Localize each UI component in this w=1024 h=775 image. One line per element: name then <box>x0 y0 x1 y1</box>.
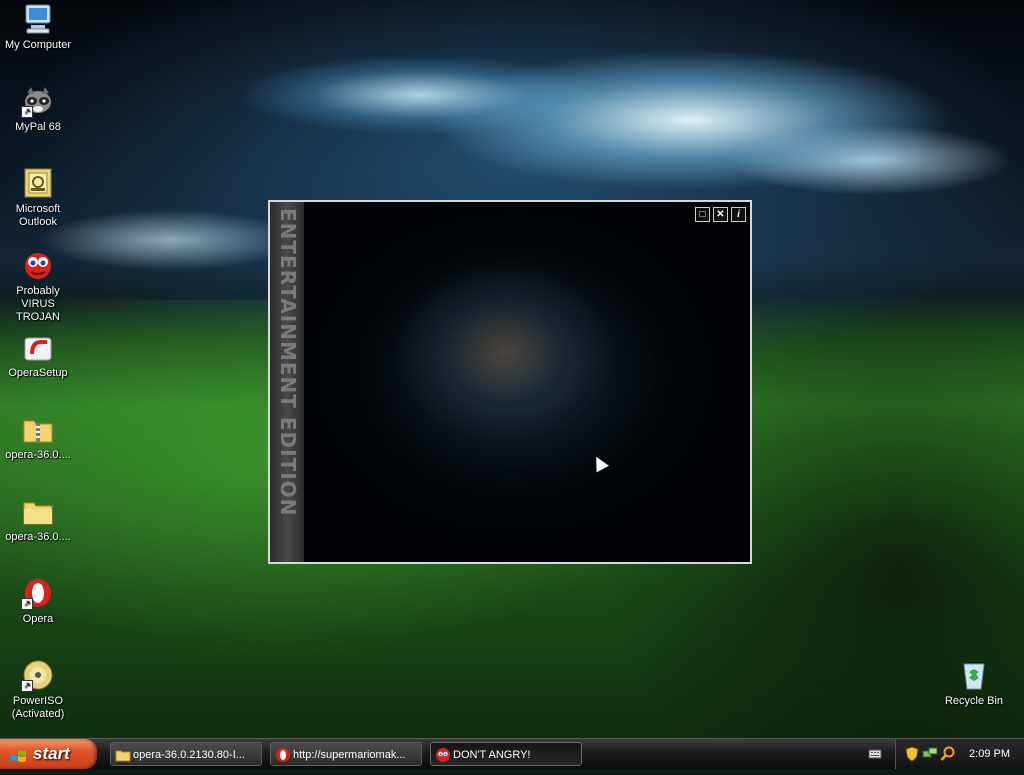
desktop-icon-opera-folder[interactable]: opera-36.0.... <box>0 494 76 544</box>
desktop-icon-label: PowerISO (Activated) <box>11 695 65 720</box>
desktop-icon-label: Microsoft Outlook <box>15 203 61 228</box>
desktop-icon-label: opera-36.0.... <box>5 449 71 461</box>
visualization-area <box>304 202 750 562</box>
clock[interactable]: 2:09 PM <box>969 739 1010 769</box>
side-edition-text: ENTERTAINMENT EDITION <box>276 208 300 517</box>
taskbar: start opera-36.0.2130.80-I... http://sup… <box>0 738 1024 769</box>
desktop-icon-label: Recycle Bin <box>944 695 1004 707</box>
taskbar-item-dont-angry[interactable]: DON'T ANGRY! <box>430 742 582 766</box>
info-button[interactable]: i <box>731 207 746 222</box>
system-tray: 2:09 PM <box>895 739 1024 769</box>
desktop-icon-label: My Computer <box>4 39 72 51</box>
zip-folder-icon <box>21 412 55 446</box>
taskbar-item-label: DON'T ANGRY! <box>453 749 531 761</box>
desktop-icon-my-computer[interactable]: My Computer <box>0 2 76 52</box>
start-label: start <box>33 744 70 763</box>
desktop-icon-operasetup[interactable]: OperaSetup <box>0 330 76 380</box>
restore-button[interactable]: □ <box>695 207 710 222</box>
shield-icon[interactable] <box>904 746 920 762</box>
opera-icon <box>275 747 291 763</box>
taskbar-item-label: opera-36.0.2130.80-I... <box>133 749 245 761</box>
windows-flag-icon <box>9 745 27 763</box>
folder-icon <box>21 494 55 528</box>
desktop-icon-recycle-bin[interactable]: Recycle Bin <box>936 658 1012 708</box>
desktop-icon-mypal[interactable]: ↗ MyPal 68 <box>0 84 76 134</box>
network-icon[interactable] <box>922 746 938 762</box>
red-creature-icon <box>21 248 55 282</box>
desktop-icon-label: MyPal 68 <box>15 121 61 133</box>
desktop-icon-label: opera-36.0.... <box>5 531 71 543</box>
desktop-icon-poweriso[interactable]: ↗ PowerISO (Activated) <box>0 658 76 721</box>
desktop-icon-opera-zip[interactable]: opera-36.0.... <box>0 412 76 462</box>
search-icon[interactable] <box>940 746 956 762</box>
close-button[interactable]: ✕ <box>713 207 728 222</box>
my-computer-icon <box>21 2 55 36</box>
raccoon-icon: ↗ <box>21 84 55 118</box>
outlook-icon <box>21 166 55 200</box>
opera-setup-icon <box>21 330 55 364</box>
start-button[interactable]: start <box>0 739 97 769</box>
folder-icon <box>115 747 131 763</box>
recycle-bin-icon <box>957 658 991 692</box>
desktop-icon-opera[interactable]: ↗ Opera <box>0 576 76 626</box>
red-creature-icon <box>435 747 451 763</box>
opera-icon: ↗ <box>21 576 55 610</box>
media-player-window[interactable]: ENTERTAINMENT EDITION □ ✕ i <box>268 200 752 564</box>
taskbar-item-label: http://supermariomak... <box>293 749 406 761</box>
desktop-icon-outlook[interactable]: Microsoft Outlook <box>0 166 76 229</box>
taskbar-item-opera-browser[interactable]: http://supermariomak... <box>270 742 422 766</box>
media-side-panel: ENTERTAINMENT EDITION <box>270 202 304 562</box>
desktop-icon-label: Opera <box>22 613 54 625</box>
desktop-icon-label: OperaSetup <box>8 367 68 379</box>
poweriso-disc-icon: ↗ <box>21 658 55 692</box>
keyboard-icon[interactable] <box>868 747 882 761</box>
desktop-icon-probably-virus-trojan[interactable]: Probably VIRUS TROJAN <box>0 248 76 324</box>
desktop-icon-label: Probably VIRUS TROJAN <box>16 285 60 323</box>
taskbar-item-opera-folder[interactable]: opera-36.0.2130.80-I... <box>110 742 262 766</box>
window-controls: □ ✕ i <box>695 207 746 222</box>
